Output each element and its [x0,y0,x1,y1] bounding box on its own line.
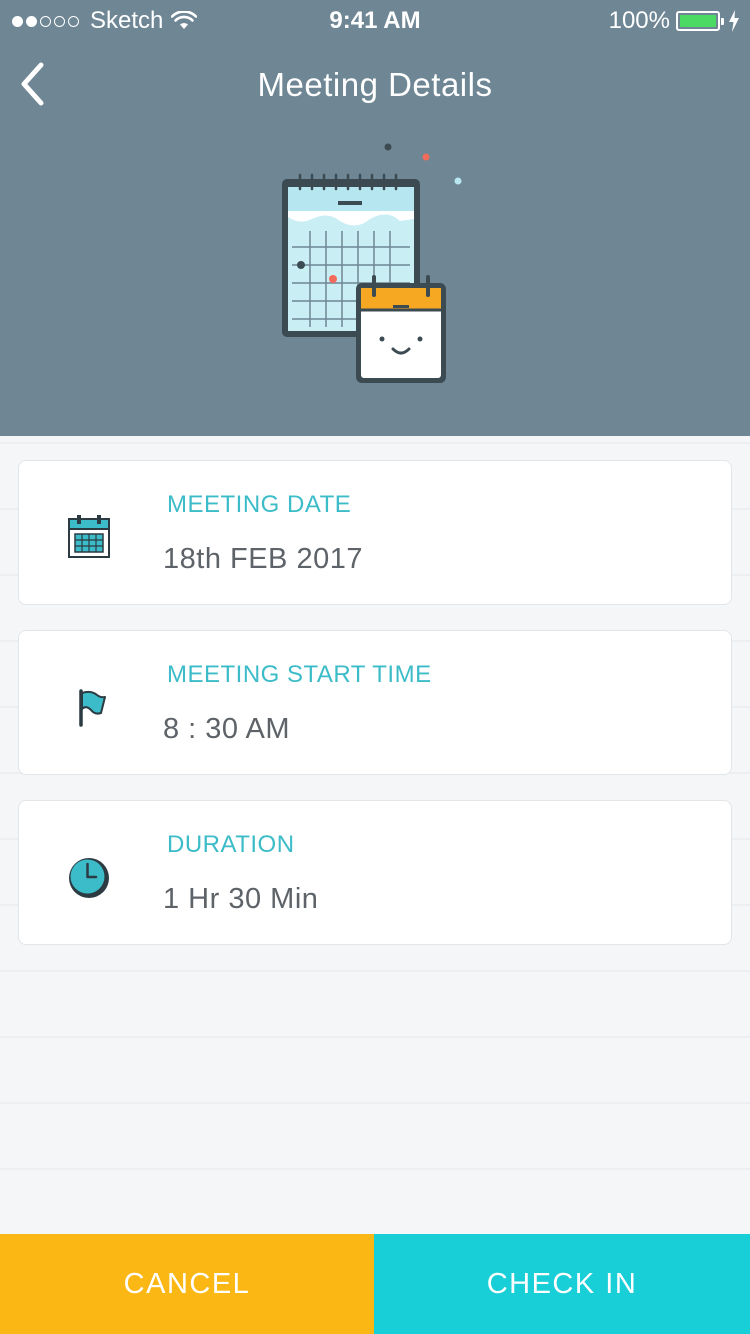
bolt-icon [729,10,739,32]
duration-label: DURATION [167,831,295,858]
status-bar: Sketch 9:41 AM 100% [0,0,750,40]
calendar-illustration [282,143,462,383]
status-right: 100% [609,7,740,35]
calendar-icon [68,515,110,558]
meeting-date-label: MEETING DATE [167,491,352,518]
action-bar: CANCEL CHECK IN [0,1234,750,1334]
meeting-start-time-value: 8 : 30 AM [163,713,291,745]
battery-icon [676,11,724,31]
flag-icon [79,689,106,727]
meeting-date-card: MEETING DATE 18th FEB 2017 [18,460,732,605]
meeting-start-time-label: MEETING START TIME [167,661,432,688]
header: Sketch 9:41 AM 100% Meeting Details [0,0,750,436]
details-area: MEETING DATE 18th FEB 2017 MEETING START… [0,436,750,1234]
check-in-button[interactable]: CHECK IN [374,1234,750,1334]
battery-percentage: 100% [608,7,670,34]
duration-card: DURATION 1 Hr 30 Min [18,800,732,945]
duration-value: 1 Hr 30 Min [163,883,319,915]
cancel-button[interactable]: CANCEL [0,1234,374,1334]
clock-icon [69,858,109,898]
meeting-start-time-card: MEETING START TIME 8 : 30 AM [18,630,732,775]
meeting-date-value: 18th FEB 2017 [163,543,363,575]
page-title: Meeting Details [257,66,493,103]
